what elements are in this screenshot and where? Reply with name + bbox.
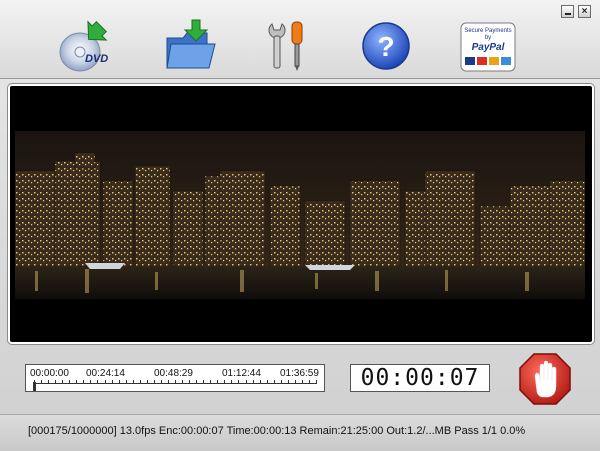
timeline-tick	[273, 380, 275, 384]
timeline-tick	[132, 380, 134, 384]
status-bar: [000175/1000000] 13.0fps Enc:00:00:07 Ti…	[0, 414, 600, 451]
svg-text:?: ?	[377, 31, 394, 62]
open-folder-button[interactable]	[163, 18, 219, 74]
help-button[interactable]: ?	[358, 18, 414, 74]
timeline-tick	[62, 380, 64, 384]
timeline-tick	[245, 380, 247, 384]
timeline-scale	[33, 380, 317, 391]
stop-hand-icon	[519, 353, 571, 405]
timeline-tick	[76, 380, 78, 384]
timeline-tick	[217, 380, 219, 384]
timeline-tick	[83, 380, 85, 384]
timeline-tick-label: 00:00:00	[30, 368, 69, 379]
timecode-display: 00:00:07 01	[350, 364, 490, 392]
stop-button[interactable]	[518, 352, 572, 406]
timeline-tick	[182, 380, 184, 384]
close-button[interactable]: ×	[578, 5, 591, 18]
help-icon: ?	[362, 22, 410, 70]
timeline-tick	[259, 380, 261, 384]
timeline-tick	[316, 380, 317, 384]
timeline-tick-label: 01:36:59	[280, 368, 319, 379]
timeline-tick	[175, 380, 176, 384]
timeline-tick	[167, 380, 169, 384]
dvd-disc-icon: DVD	[59, 20, 108, 72]
timeline-tick	[301, 380, 303, 384]
status-text: [000175/1000000] 13.0fps Enc:00:00:07 Ti…	[28, 425, 526, 437]
toolbar: × DVD ? Secure Payments by PayPal	[0, 0, 600, 79]
timeline-tick	[146, 380, 148, 384]
timeline-tick	[308, 380, 310, 384]
timeline-tick	[196, 380, 198, 384]
tools-icon	[268, 21, 303, 71]
minimize-button[interactable]	[561, 5, 574, 18]
open-folder-icon	[166, 19, 216, 69]
timeline-tick	[203, 380, 205, 384]
timeline-tick	[118, 380, 120, 384]
timeline-tick	[280, 380, 282, 384]
paypal-badge-icon: Secure Payments by PayPal	[460, 22, 516, 72]
paypal-line2: by	[485, 35, 491, 41]
timeline-slider[interactable]: 00:00:00 00:24:14 00:48:29 01:12:44 01:3…	[25, 364, 325, 392]
dvd-button[interactable]: DVD	[58, 18, 114, 74]
app-window: × DVD ? Secure Payments by PayPal 00:00:…	[0, 0, 600, 451]
timeline-tick	[287, 380, 289, 384]
timeline-tick-label: 01:12:44	[222, 368, 261, 379]
dvd-label: DVD	[85, 53, 108, 65]
timeline-tick	[69, 380, 71, 384]
timeline-tick	[189, 380, 191, 384]
timeline-tick	[210, 380, 212, 384]
timeline-tick	[238, 380, 240, 384]
timeline-tick	[90, 380, 92, 384]
timeline-tick	[231, 380, 233, 384]
city-skyline-image	[15, 131, 585, 299]
timeline-tick-label: 00:24:14	[86, 368, 125, 379]
settings-button[interactable]	[260, 18, 316, 74]
paypal-brand: PayPal	[472, 42, 505, 53]
paypal-button[interactable]: Secure Payments by PayPal	[460, 22, 516, 72]
timeline-tick	[125, 380, 127, 384]
timeline-tick	[266, 380, 268, 384]
video-preview	[8, 84, 594, 344]
timeline-tick	[252, 380, 254, 384]
timeline-tick	[224, 380, 226, 384]
timeline-tick	[48, 380, 50, 384]
timeline-tick	[97, 380, 99, 384]
timeline-tick	[111, 380, 113, 384]
timeline-tick	[34, 380, 35, 384]
timeline-tick	[41, 380, 43, 384]
timeline-tick	[294, 380, 296, 384]
timeline-tick	[55, 380, 57, 384]
timeline-tick	[139, 380, 141, 384]
timeline-tick	[153, 380, 155, 384]
video-frame-image	[15, 131, 585, 299]
paypal-line1: Secure Payments	[464, 28, 511, 34]
timeline-tick	[104, 380, 106, 384]
timeline-tick	[160, 380, 162, 384]
timeline-tick-label: 00:48:29	[154, 368, 193, 379]
